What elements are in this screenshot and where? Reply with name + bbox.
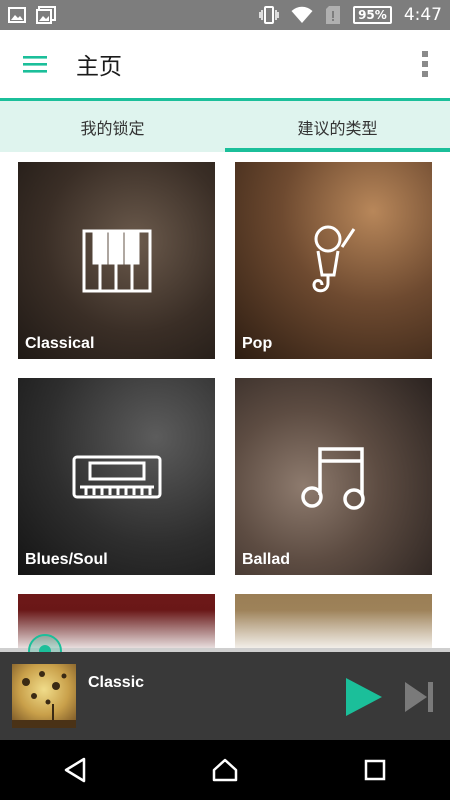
app-bar: 主页 — [0, 30, 450, 98]
genre-tile-classical[interactable]: Classical — [18, 162, 215, 359]
tab-suggested-genres[interactable]: 建议的类型 — [225, 101, 450, 152]
grid-fade-overlay — [0, 610, 450, 650]
system-nav-bar — [0, 740, 450, 800]
no-sim-icon — [325, 5, 341, 25]
home-button[interactable] — [195, 740, 255, 800]
play-button[interactable] — [344, 676, 384, 718]
piano-keys-icon — [82, 229, 151, 292]
genre-label: Ballad — [242, 551, 291, 568]
genre-tile-pop[interactable]: Pop — [235, 162, 432, 359]
back-triangle-icon — [64, 757, 86, 783]
genre-label: Blues/Soul — [25, 551, 108, 568]
status-right: 95% 4:47 — [259, 5, 442, 25]
battery-indicator: 95% — [353, 6, 392, 24]
tab-bar: 我的锁定 建议的类型 — [0, 98, 450, 152]
status-left — [8, 6, 56, 24]
skip-next-button[interactable] — [403, 680, 435, 714]
recents-square-icon — [364, 759, 386, 781]
more-vertical-icon — [422, 51, 428, 77]
clock: 4:47 — [403, 5, 442, 25]
genre-tile-ballad[interactable]: Ballad — [235, 378, 432, 575]
battery-percent: 95% — [353, 6, 392, 24]
genre-grid: Classical Pop Blues/Soul Ballad — [18, 162, 432, 652]
genre-label: Classical — [25, 335, 95, 352]
balloons-image — [12, 671, 76, 728]
page-title: 主页 — [76, 54, 122, 80]
vibrate-icon — [259, 6, 279, 24]
recents-button[interactable] — [345, 740, 405, 800]
mini-player: Classic — [0, 652, 450, 740]
track-title: Classic — [88, 674, 145, 691]
hamburger-menu-icon — [23, 56, 47, 73]
genre-tile-blues-soul[interactable]: Blues/Soul — [18, 378, 215, 575]
menu-button[interactable] — [0, 30, 70, 98]
back-button[interactable] — [45, 740, 105, 800]
wifi-icon — [291, 6, 313, 24]
album-art[interactable] — [12, 664, 76, 728]
more-options-button[interactable] — [400, 30, 450, 98]
image-notification-icon — [8, 7, 26, 23]
microphone-icon — [311, 225, 355, 292]
harmonica-icon — [72, 455, 161, 498]
home-icon — [212, 758, 238, 782]
status-bar: 95% 4:47 — [0, 0, 450, 30]
genre-label: Pop — [242, 335, 273, 352]
music-note-icon — [300, 446, 365, 510]
tab-my-pinned[interactable]: 我的锁定 — [0, 101, 225, 152]
gallery-notification-icon — [36, 6, 56, 24]
